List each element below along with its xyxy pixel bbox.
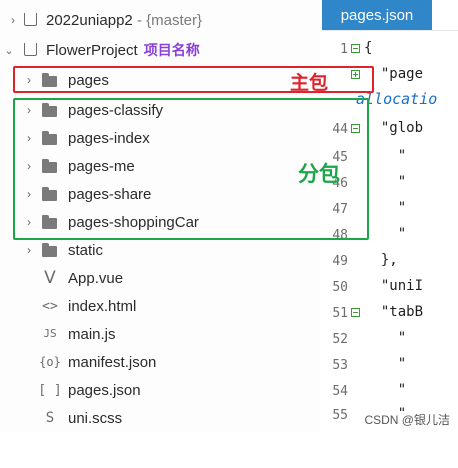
workspace-branch: - {master} [136, 11, 202, 29]
project-icon [24, 13, 37, 26]
project-icon [24, 43, 37, 56]
json-file-icon: {o} [39, 355, 61, 369]
code-line[interactable]: 51 "tabB [322, 302, 458, 326]
line-number: 1 [340, 42, 348, 57]
code-text: " [364, 200, 407, 216]
tab-divider [322, 30, 458, 31]
line-number: 50 [332, 280, 348, 295]
chevron-right-icon[interactable]: › [8, 13, 18, 27]
tree-item-label: main.js [68, 325, 116, 343]
tree-item-label: static [68, 241, 104, 259]
code-line[interactable]: 50 "uniI [322, 276, 458, 300]
code-text: " [364, 330, 407, 346]
folder-icon [42, 243, 57, 257]
tree-item-main-js[interactable]: JS main.js [0, 320, 320, 348]
code-line[interactable]: 54 " [322, 380, 458, 404]
watermark: CSDN @银儿洁 [362, 411, 452, 428]
tree-item-label: uni.scss [68, 409, 123, 427]
line-number: 53 [332, 358, 348, 373]
code-text: }, [364, 252, 398, 268]
line-number: 55 [332, 408, 348, 423]
code-line[interactable]: 53 " [322, 354, 458, 378]
tree-item-pages-json[interactable]: [ ] pages.json [0, 376, 320, 404]
code-text: " [364, 174, 407, 190]
json-file-icon: [ ] [38, 383, 62, 398]
code-text: "uniI [364, 278, 424, 294]
code-text: " [364, 356, 407, 372]
chevron-down-icon[interactable]: ⌄ [4, 44, 14, 57]
html-file-icon: <> [42, 299, 58, 314]
tree-item-app-vue[interactable]: V App.vue [0, 264, 320, 292]
code-text: "tabB [364, 304, 424, 320]
tree-item-label: pages.json [68, 381, 141, 399]
sub-package-annotation: 分包 [298, 162, 340, 186]
project-name: FlowerProject [46, 42, 138, 59]
fold-collapse-icon[interactable] [351, 308, 360, 317]
line-number: 52 [332, 332, 348, 347]
vue-file-icon: V [44, 268, 56, 288]
project-name-annotation: 项目名称 [143, 42, 200, 58]
tree-item-index-html[interactable]: <> index.html [0, 292, 320, 320]
code-text: " [364, 148, 407, 164]
tree-item-label: App.vue [68, 269, 124, 287]
code-line[interactable]: 1 { [322, 38, 458, 62]
code-line[interactable]: 49 }, [322, 250, 458, 274]
tree-item-label: index.html [68, 297, 137, 315]
tree-item-static[interactable]: › static [0, 236, 320, 264]
line-number: 54 [332, 384, 348, 399]
tab-pages-json[interactable]: pages.json [322, 0, 432, 30]
fold-collapse-icon[interactable] [351, 44, 360, 53]
tree-item-label: manifest.json [68, 353, 157, 371]
line-number: 51 [332, 306, 348, 321]
chevron-right-icon[interactable]: › [24, 243, 34, 257]
tree-item-uni-scss[interactable]: S uni.scss [0, 404, 320, 432]
js-file-icon: JS [43, 327, 57, 340]
workspace-name: 2022uniapp2 [46, 11, 133, 29]
main-package-annotation: 主包 [290, 72, 329, 94]
code-text: " [364, 382, 407, 398]
tree-project-row[interactable]: ⌄ FlowerProject 项目名称 [0, 36, 320, 64]
code-text: "glob [364, 120, 424, 136]
code-line[interactable]: 52 " [322, 328, 458, 352]
tree-workspace-row[interactable]: › 2022uniapp2 - {master} [0, 6, 320, 34]
code-text: { [364, 40, 373, 56]
line-number: 49 [332, 254, 348, 269]
code-text: " [364, 226, 407, 242]
tree-item-manifest-json[interactable]: {o} manifest.json [0, 348, 320, 376]
scss-file-icon: S [45, 410, 55, 426]
